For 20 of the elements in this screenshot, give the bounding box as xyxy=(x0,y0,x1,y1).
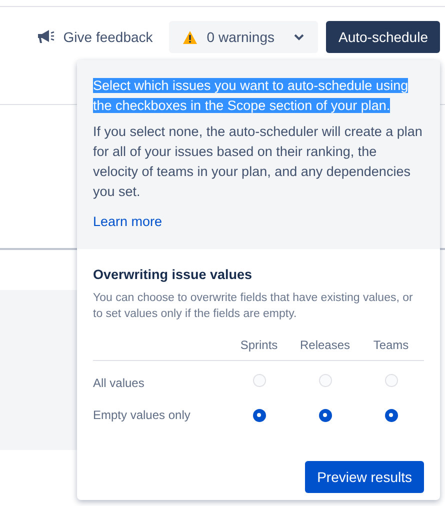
megaphone-icon xyxy=(37,30,56,44)
chevron-down-icon xyxy=(294,34,304,40)
section-help-text: You can choose to overwrite fields that have existing values, or to set values only if the fields are empty. xyxy=(93,291,414,322)
row-label: All values xyxy=(93,375,146,392)
column-header: Releases xyxy=(292,334,358,361)
radio-button[interactable] xyxy=(252,408,266,422)
row-label: Empty values only xyxy=(93,407,192,424)
learn-more-link[interactable]: Learn more xyxy=(93,214,162,229)
column-header: Teams xyxy=(358,334,424,361)
description-text: If you select none, the auto-scheduler will create a plan for all of your issues based on their ranking, the velocity of teams in your plan, and any dependencies you set. xyxy=(93,123,424,201)
warning-icon xyxy=(182,30,197,44)
section-title: Overwriting issue values xyxy=(93,267,254,282)
auto-schedule-button[interactable]: Auto-schedule xyxy=(326,21,440,53)
warnings-dropdown[interactable]: 0 warnings xyxy=(168,21,318,53)
feedback-button[interactable]: Give feedback xyxy=(29,23,161,51)
radio-button[interactable] xyxy=(384,408,398,422)
column-header: Sprints xyxy=(226,334,292,361)
radio-button[interactable] xyxy=(318,408,332,422)
intro-text: Select which issues you want to auto-schedule using the checkboxes in the Scope section of your plan. xyxy=(93,77,410,115)
preview-results-button[interactable]: Preview results xyxy=(305,461,424,493)
